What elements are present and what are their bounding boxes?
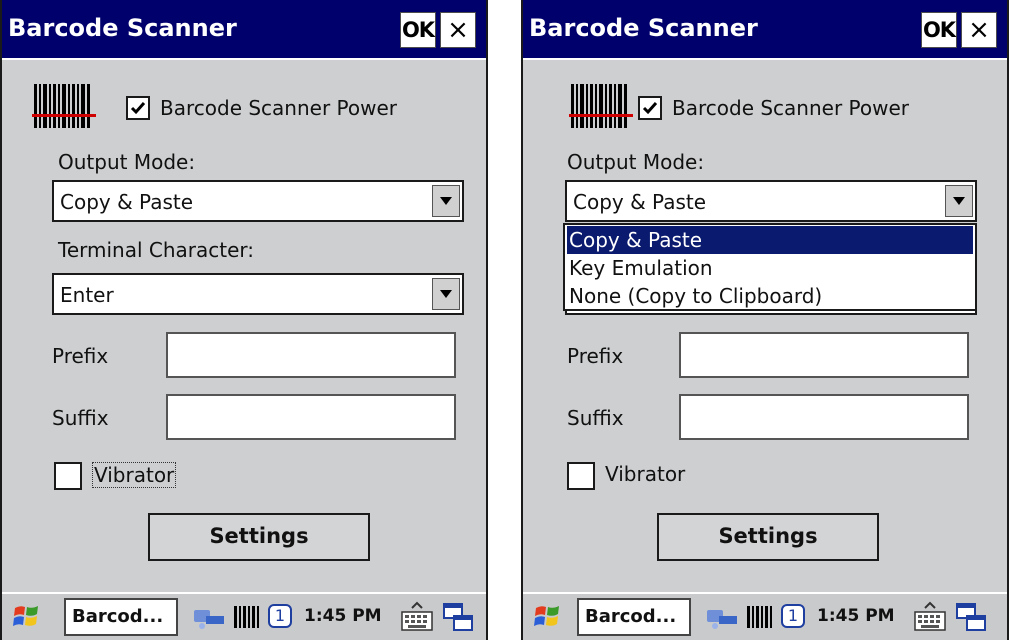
title-bar: Barcode Scanner OK ×	[523, 0, 1007, 60]
window-title: Barcode Scanner	[529, 14, 758, 42]
network-icon[interactable]	[192, 604, 226, 632]
dropdown-option-copy-paste[interactable]: Copy & Paste	[567, 226, 973, 254]
keyboard-icon[interactable]	[913, 600, 947, 634]
terminal-character-label: Terminal Character:	[58, 238, 255, 262]
vibrator-checkbox[interactable]	[54, 462, 82, 490]
terminal-character-select[interactable]: Enter	[52, 273, 464, 315]
barcode-tray-icon[interactable]	[232, 604, 262, 630]
output-mode-dropdown-list: Copy & Paste Key Emulation None (Copy to…	[563, 223, 977, 311]
dropdown-option-key-emulation[interactable]: Key Emulation	[567, 254, 973, 282]
input-mode-badge[interactable]: 1	[781, 604, 805, 628]
close-button[interactable]: ×	[440, 12, 476, 48]
settings-button[interactable]: Settings	[148, 513, 370, 561]
prefix-input[interactable]	[166, 332, 456, 378]
scanner-settings-window: Barcode Scanner OK × Barcode Scanner Pow…	[0, 0, 488, 640]
chevron-down-icon	[440, 290, 452, 298]
dropdown-option-none-clipboard[interactable]: None (Copy to Clipboard)	[567, 282, 973, 310]
output-mode-label: Output Mode:	[567, 150, 705, 174]
barcode-icon	[569, 84, 633, 128]
terminal-character-value: Enter	[60, 283, 114, 307]
barcode-icon	[32, 84, 96, 128]
keyboard-icon[interactable]	[400, 600, 434, 634]
prefix-input[interactable]	[679, 332, 969, 378]
taskbar: Barcod... 1 1:45 PM	[523, 592, 1007, 640]
network-icon[interactable]	[705, 604, 739, 632]
prefix-label: Prefix	[567, 344, 624, 368]
output-mode-value: Copy & Paste	[60, 190, 194, 214]
vibrator-label: Vibrator	[92, 462, 177, 488]
checkmark-icon	[642, 102, 658, 115]
prefix-label: Prefix	[52, 344, 109, 368]
settings-button[interactable]: Settings	[657, 513, 879, 561]
close-button[interactable]: ×	[961, 12, 997, 48]
output-mode-dropdown-button[interactable]	[432, 185, 460, 217]
output-mode-label: Output Mode:	[58, 150, 196, 174]
taskbar: Barcod... 1 1:45 PM	[2, 592, 486, 640]
clock[interactable]: 1:45 PM	[304, 606, 382, 626]
output-mode-value: Copy & Paste	[573, 190, 707, 214]
output-mode-select[interactable]: Copy & Paste	[565, 180, 977, 222]
barcode-tray-icon[interactable]	[745, 604, 775, 630]
title-bar: Barcode Scanner OK ×	[2, 0, 486, 60]
output-mode-dropdown-button[interactable]	[945, 185, 973, 217]
vibrator-checkbox[interactable]	[567, 462, 595, 490]
suffix-label: Suffix	[567, 406, 624, 430]
taskbar-app-button[interactable]: Barcod...	[64, 598, 178, 636]
chevron-down-icon	[440, 197, 452, 205]
checkmark-icon	[130, 102, 146, 115]
windows-start-icon[interactable]	[533, 602, 563, 632]
scanner-power-label: Barcode Scanner Power	[672, 96, 910, 120]
ok-button[interactable]: OK	[921, 12, 957, 48]
chevron-down-icon	[953, 197, 965, 205]
window-switch-icon[interactable]	[442, 602, 474, 632]
suffix-input[interactable]	[166, 394, 456, 440]
input-mode-badge[interactable]: 1	[268, 604, 292, 628]
terminal-dropdown-button[interactable]	[432, 278, 460, 310]
clock[interactable]: 1:45 PM	[817, 606, 895, 626]
scanner-settings-window-dropdown-open: Barcode Scanner OK × Barcode Scanner Pow…	[521, 0, 1009, 640]
taskbar-app-button[interactable]: Barcod...	[577, 598, 691, 636]
vibrator-label: Vibrator	[605, 462, 686, 486]
windows-start-icon[interactable]	[12, 602, 42, 632]
output-mode-select[interactable]: Copy & Paste	[52, 180, 464, 222]
window-title: Barcode Scanner	[8, 14, 237, 42]
scanner-power-label: Barcode Scanner Power	[160, 96, 398, 120]
scanner-power-checkbox[interactable]	[638, 96, 662, 120]
ok-button[interactable]: OK	[400, 12, 436, 48]
suffix-input[interactable]	[679, 394, 969, 440]
scanner-power-checkbox[interactable]	[126, 96, 150, 120]
suffix-label: Suffix	[52, 406, 109, 430]
window-switch-icon[interactable]	[955, 602, 987, 632]
